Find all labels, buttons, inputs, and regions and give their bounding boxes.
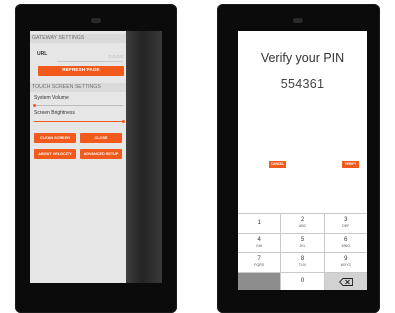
verify-button[interactable]: VERIFY [342,161,359,168]
screen-brightness-fill [34,121,123,122]
pin-input[interactable]: 554361 [238,77,367,91]
touch-screen-settings-title: TOUCH SCREEN SETTINGS [30,83,126,92]
system-volume-slider[interactable] [32,104,123,107]
advanced-setup-button[interactable]: ADVANCED SETUP [80,149,122,159]
refresh-page-button[interactable]: REFRESH PAGE [38,66,124,76]
key-letters: JKL [299,243,306,248]
screen-brightness-label: Screen Brightness [34,110,75,116]
key-blank [238,272,281,290]
key-letters: MNO [341,243,351,248]
key-number: 0 [300,278,305,285]
key-0[interactable]: 0 [281,272,324,290]
key-1[interactable]: 1 [238,214,281,233]
screen-brightness-thumb[interactable] [121,120,125,123]
key-3[interactable]: 3 DEF [324,214,367,233]
pin-screen: Verify your PIN 554361 CANCEL VERIFY 1 2… [238,31,367,290]
key-5[interactable]: 5 JKL [281,233,324,252]
settings-menu: GATEWAY SETTINGS URL 0.0.0.0 REFRESH PAG… [30,31,126,283]
key-letters: GHI [255,243,263,248]
backspace-key[interactable] [324,272,367,290]
key-number: 8 [300,256,305,263]
key-number: 4 [257,236,261,243]
system-volume-thumb[interactable] [32,104,36,107]
camera-dot [91,18,101,23]
key-number: 1 [257,219,261,226]
key-number: 5 [300,236,305,243]
system-volume-label: System Volume [34,95,69,101]
key-number: 6 [344,236,348,243]
key-number: 2 [300,217,305,224]
key-number: 9 [344,256,348,263]
key-letters: DEF [342,224,350,229]
numeric-keypad: 1 2 ABC 3 DEF 4 GHI 5 JKL 6 MNO 7 PQRS 8… [238,213,367,290]
key-number: 3 [344,217,348,224]
settings-screen: GATEWAY SETTINGS URL 0.0.0.0 REFRESH PAG… [30,31,162,283]
screen-brightness-slider[interactable] [34,120,125,123]
url-label: URL [37,51,48,57]
pin-title: Verify your PIN [260,51,345,65]
key-letters: TUV [298,263,307,268]
key-6[interactable]: 6 MNO [324,233,367,252]
key-letters: WXYZ [340,263,352,268]
background-panel [126,31,162,283]
key-9[interactable]: 9 WXYZ [324,253,367,272]
cancel-button[interactable]: CANCEL [269,161,286,168]
close-button[interactable]: CLOSE [80,133,122,143]
url-underline [57,61,123,62]
key-number: 7 [257,256,261,263]
key-8[interactable]: 8 TUV [281,253,324,272]
key-7[interactable]: 7 PQRS [238,253,281,272]
camera-dot [293,18,303,23]
gateway-settings-title: GATEWAY SETTINGS [30,34,126,43]
about-velocity-button[interactable]: ABOUT VELOCITY [34,149,76,159]
backspace-icon [338,277,353,286]
key-letters: PQRS [254,263,265,268]
key-4[interactable]: 4 GHI [238,233,281,252]
url-input[interactable]: 0.0.0.0 [80,55,123,60]
key-letters: ABC [298,224,307,229]
key-2[interactable]: 2 ABC [281,214,324,233]
clean-screen-button[interactable]: CLEAN SCREEN [34,133,76,143]
